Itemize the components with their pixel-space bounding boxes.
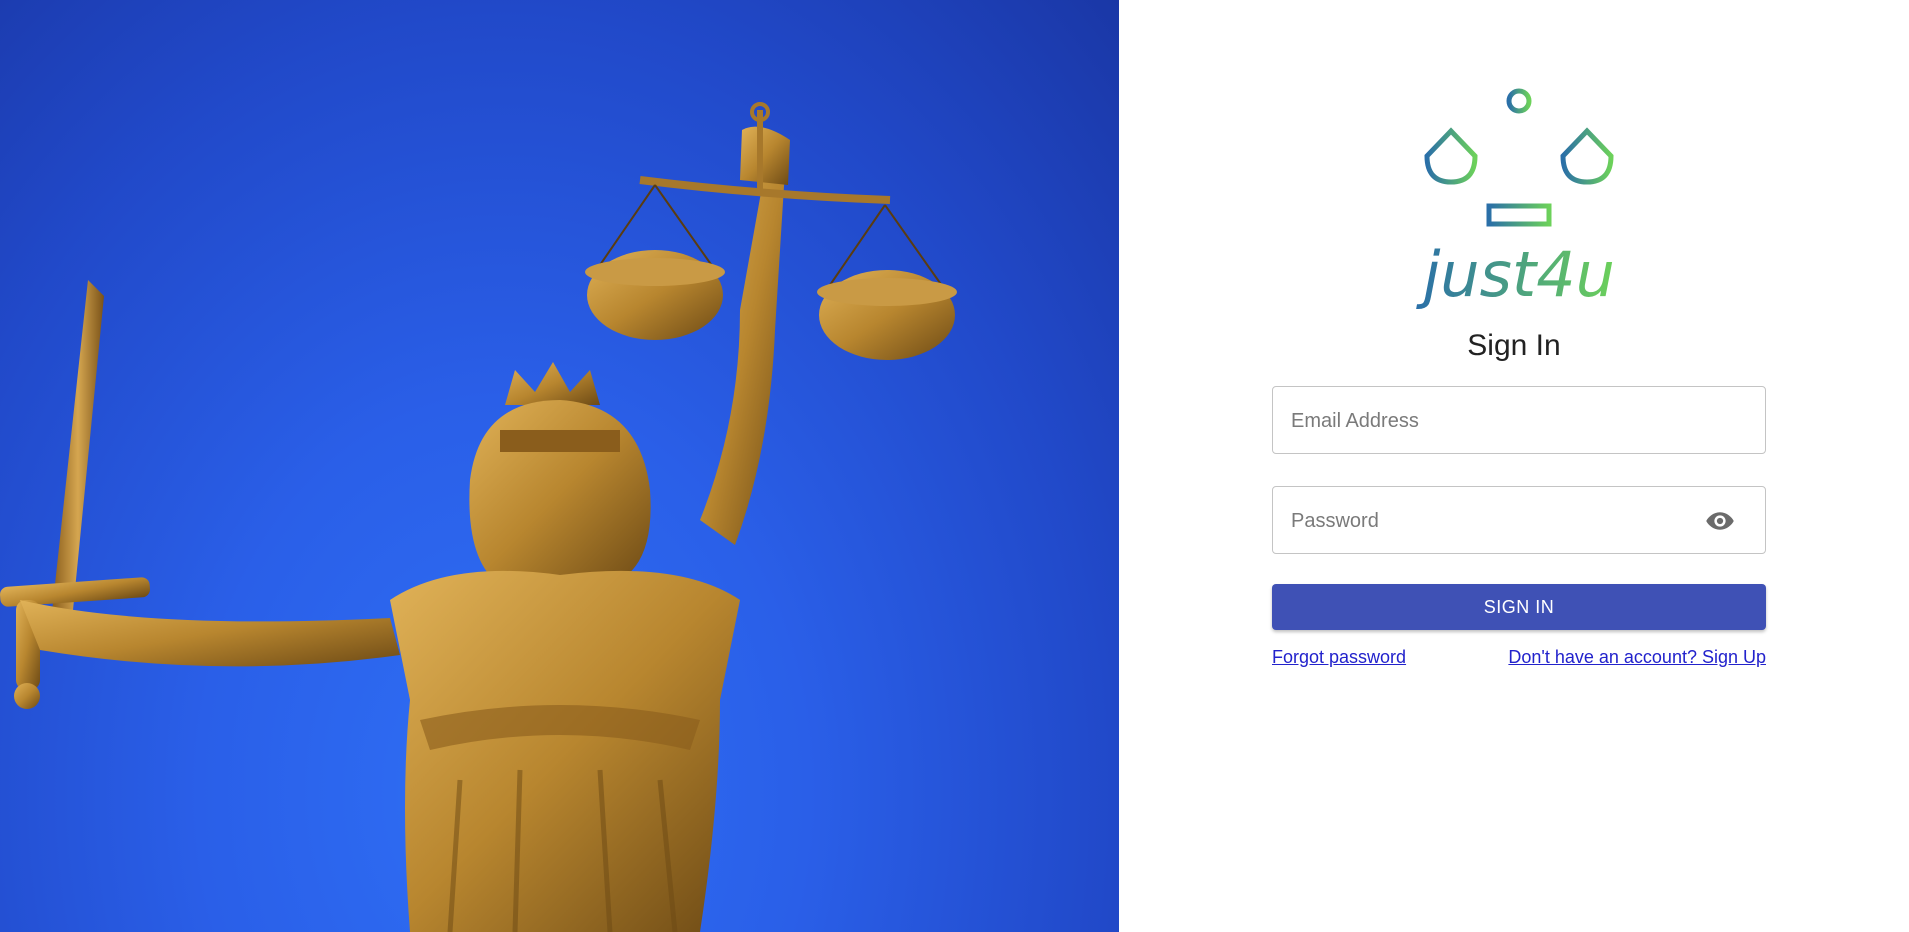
login-page: just4u Sign In SIGN IN Forgot password D… [0,0,1909,932]
forgot-password-link[interactable]: Forgot password [1272,647,1406,668]
scales-of-justice-icon [1424,88,1614,227]
password-input[interactable] [1289,487,1713,555]
lady-justice-illustration [0,102,957,932]
login-panel: just4u Sign In SIGN IN Forgot password D… [1119,0,1909,932]
brand-name: just4u [1416,238,1615,311]
sign-up-link[interactable]: Don't have an account? Sign Up [1508,647,1766,668]
page-title: Sign In [1467,329,1561,362]
just4u-logo: just4u [1416,88,1615,311]
eye-icon[interactable] [1705,506,1735,536]
hero-image [0,0,1119,932]
sign-in-button[interactable]: SIGN IN [1272,584,1766,630]
password-field[interactable] [1272,486,1766,555]
email-field[interactable] [1272,386,1766,455]
email-input[interactable] [1289,387,1713,455]
